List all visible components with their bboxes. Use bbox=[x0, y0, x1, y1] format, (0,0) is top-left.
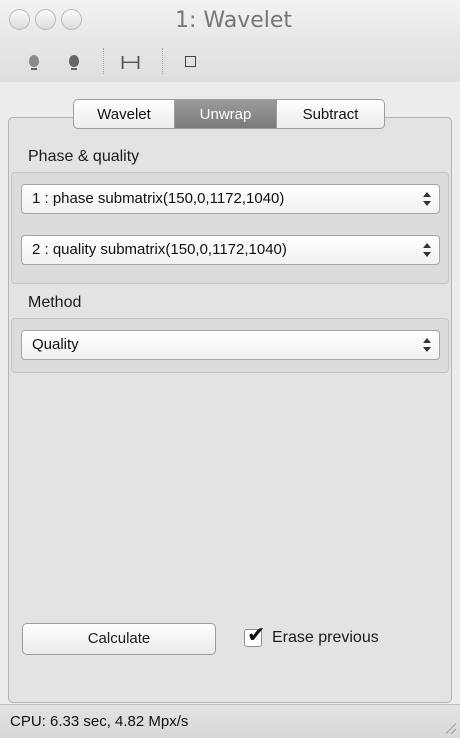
select-arrows-icon bbox=[423, 242, 431, 258]
square-icon[interactable] bbox=[178, 50, 202, 72]
tab-wavelet[interactable]: Wavelet bbox=[73, 99, 175, 129]
tab-bar: Wavelet Unwrap Subtract bbox=[73, 99, 385, 129]
status-text: CPU: 6.33 sec, 4.82 Mpx/s bbox=[10, 713, 189, 730]
toolbar: |—| bbox=[0, 40, 460, 82]
toolbar-separator bbox=[103, 48, 104, 74]
erase-previous-checkbox[interactable]: ✔ Erase previous bbox=[244, 624, 379, 651]
drop-down-icon[interactable] bbox=[22, 50, 46, 72]
phase-select[interactable]: 1 : phase submatrix(150,0,1172,1040) bbox=[21, 184, 440, 214]
quality-select-value: 2 : quality submatrix(150,0,1172,1040) bbox=[32, 241, 287, 258]
close-window-button[interactable] bbox=[9, 9, 30, 30]
toolbar-separator bbox=[162, 48, 163, 74]
window-title: 1: Wavelet bbox=[175, 8, 293, 33]
method-select[interactable]: Quality bbox=[21, 330, 440, 360]
tab-unwrap[interactable]: Unwrap bbox=[175, 99, 277, 129]
checkbox-box[interactable]: ✔ bbox=[244, 624, 265, 647]
method-group: Quality bbox=[11, 318, 449, 373]
minimize-window-button[interactable] bbox=[35, 9, 56, 30]
checkmark-icon: ✔ bbox=[247, 622, 266, 647]
method-select-value: Quality bbox=[32, 336, 79, 353]
select-arrows-icon bbox=[423, 191, 431, 207]
phase-select-value: 1 : phase submatrix(150,0,1172,1040) bbox=[32, 190, 285, 207]
phase-quality-label: Phase & quality bbox=[28, 148, 140, 165]
span-icon[interactable]: |—| bbox=[118, 50, 142, 72]
tab-subtract[interactable]: Subtract bbox=[277, 99, 385, 129]
calculate-button[interactable]: Calculate bbox=[22, 623, 216, 655]
drop-up-icon[interactable] bbox=[62, 50, 86, 72]
resize-grip-icon[interactable] bbox=[444, 722, 456, 734]
erase-previous-label: Erase previous bbox=[272, 629, 379, 646]
phase-quality-group: 1 : phase submatrix(150,0,1172,1040) 2 :… bbox=[11, 172, 449, 284]
zoom-window-button[interactable] bbox=[61, 9, 82, 30]
method-label: Method bbox=[28, 294, 82, 311]
select-arrows-icon bbox=[423, 337, 431, 353]
title-bar: 1: Wavelet bbox=[0, 0, 460, 40]
main-panel: Wavelet Unwrap Subtract Phase & quality … bbox=[0, 82, 460, 704]
quality-select[interactable]: 2 : quality submatrix(150,0,1172,1040) bbox=[21, 235, 440, 265]
status-bar: CPU: 6.33 sec, 4.82 Mpx/s bbox=[0, 704, 460, 738]
